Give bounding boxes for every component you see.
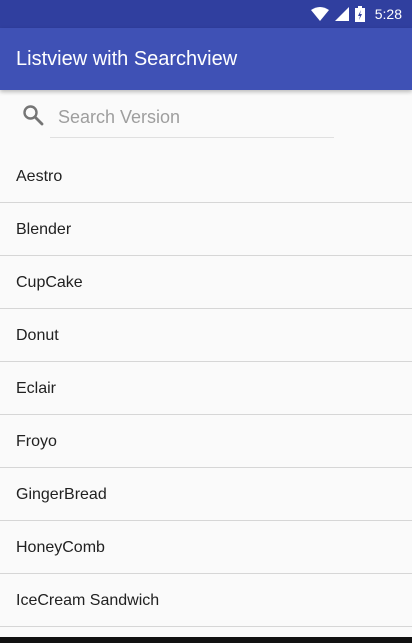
status-bar: 5:28 [0, 0, 412, 28]
status-time: 5:28 [374, 6, 402, 22]
app-title: Listview with Searchview [16, 48, 238, 70]
search-view[interactable] [0, 90, 412, 150]
status-icons: 5:28 [310, 0, 402, 28]
app-screen: 5:28 Listview with Searchview AestroBlen… [0, 0, 412, 643]
navigation-bar [0, 637, 412, 643]
list-item[interactable]: Eclair [0, 362, 412, 415]
search-icon[interactable] [22, 104, 44, 126]
wifi-icon [310, 7, 329, 21]
signal-icon [334, 7, 349, 21]
list-item[interactable]: Blender [0, 203, 412, 256]
search-input[interactable] [50, 98, 334, 138]
list-item[interactable]: Froyo [0, 415, 412, 468]
list-item[interactable]: GingerBread [0, 468, 412, 521]
list-item[interactable]: HoneyComb [0, 521, 412, 574]
list-item[interactable]: Donut [0, 309, 412, 362]
list-item[interactable]: Aestro [0, 150, 412, 203]
list-item[interactable]: CupCake [0, 256, 412, 309]
list-item[interactable]: IceCream Sandwich [0, 574, 412, 627]
battery-icon [354, 6, 365, 22]
app-bar: Listview with Searchview [0, 28, 412, 90]
version-list: Aestro Blender CupCake Donut Eclair Froyo Ging… [0, 150, 412, 627]
